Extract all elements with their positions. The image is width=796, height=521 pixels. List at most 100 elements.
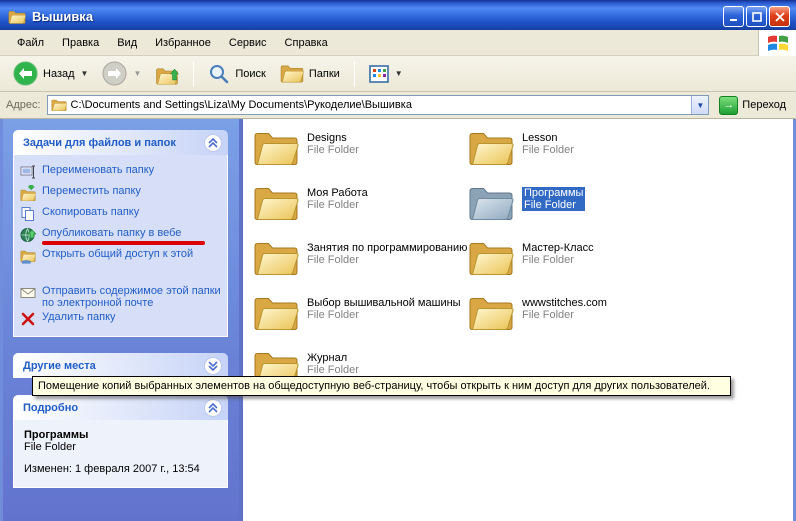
email-icon <box>20 285 36 304</box>
details-folder-name: Программы <box>24 429 217 441</box>
views-button[interactable]: ▼ <box>364 62 408 86</box>
publish-web-icon <box>20 227 36 246</box>
move-icon <box>20 185 36 204</box>
minimize-button[interactable] <box>723 6 744 27</box>
details-panel-body: Программы File Folder Изменен: 1 февраля… <box>13 420 228 488</box>
go-button-label: Переход <box>742 99 786 111</box>
folders-icon <box>280 63 304 84</box>
folder-name: Lesson <box>522 132 574 144</box>
folder-icon <box>468 238 514 278</box>
task-copy-folder[interactable]: Скопировать папку <box>20 204 223 225</box>
details-panel-header[interactable]: Подробно <box>13 395 228 420</box>
folder-type: File Folder <box>307 364 359 376</box>
expand-chevron-icon[interactable] <box>204 357 222 375</box>
search-button-label: Поиск <box>235 68 265 80</box>
details-folder-type: File Folder <box>24 441 217 453</box>
toolbar-separator <box>193 61 194 87</box>
task-label: Скопировать папку <box>42 206 139 218</box>
folder-name: Журнал <box>307 352 359 364</box>
folder-type: File Folder <box>307 199 368 211</box>
task-delete-folder[interactable]: Удалить папку <box>20 309 223 330</box>
other-places-title: Другие места <box>23 360 96 372</box>
back-dropdown-caret[interactable]: ▼ <box>81 69 89 78</box>
address-folder-icon <box>51 98 67 112</box>
views-icon <box>369 65 389 83</box>
folder-type: File Folder <box>522 199 585 211</box>
menu-item-edit[interactable]: Правка <box>53 33 108 53</box>
folder-type: File Folder <box>522 309 607 321</box>
task-label: Переименовать папку <box>42 164 154 176</box>
titlebar[interactable]: Вышивка <box>0 0 796 30</box>
address-bar: Адрес: C:\Documents and Settings\Liza\My… <box>0 92 796 119</box>
other-places-header[interactable]: Другие места <box>13 353 228 378</box>
task-publish-folder-web[interactable]: Опубликовать папку в вебе <box>20 225 223 246</box>
forward-button[interactable]: ▼ <box>97 58 146 89</box>
folder-item-wwwstitches-com[interactable]: wwwstitches.com File Folder <box>468 293 683 338</box>
folder-name: Designs <box>307 132 359 144</box>
window-folder-icon <box>8 9 26 25</box>
task-rename-folder[interactable]: Переименовать папку <box>20 162 223 183</box>
address-input[interactable]: C:\Documents and Settings\Liza\My Docume… <box>47 95 710 115</box>
task-share-folder[interactable]: Открыть общий доступ к этой <box>20 246 223 283</box>
collapse-chevron-icon[interactable] <box>204 399 222 417</box>
folder-item-vybor-vyshivalnoy-mashiny[interactable]: Выбор вышивальной машины File Folder <box>253 293 468 338</box>
back-button[interactable]: Назад ▼ <box>8 58 93 89</box>
tasks-panel: Задачи для файлов и папок <box>13 130 228 337</box>
address-dropdown-button[interactable]: ▼ <box>691 96 708 114</box>
menu-item-favorites[interactable]: Избранное <box>146 33 220 53</box>
close-button[interactable] <box>769 6 790 27</box>
menu-item-view[interactable]: Вид <box>108 33 146 53</box>
folder-name: wwwstitches.com <box>522 297 607 309</box>
folder-item-moya-rabota[interactable]: Моя Работа File Folder <box>253 183 468 228</box>
toolbar: Назад ▼ ▼ <box>0 56 796 92</box>
back-icon <box>13 61 38 86</box>
menu-bar: Файл Правка Вид Избранное Сервис Справка <box>0 30 796 56</box>
task-move-folder[interactable]: Переместить папку <box>20 183 223 204</box>
folders-button-label: Папки <box>309 68 340 80</box>
menu-item-help[interactable]: Справка <box>276 33 337 53</box>
folder-name: Моя Работа <box>307 187 368 199</box>
tasks-panel-title: Задачи для файлов и папок <box>23 137 176 149</box>
up-button[interactable] <box>150 60 184 88</box>
forward-icon <box>102 61 127 86</box>
tasks-panel-body: Переименовать папку Переместить папку <box>13 155 228 337</box>
folder-icon-selected <box>468 183 514 223</box>
task-label: Отправить содержимое этой папки по элект… <box>42 285 223 309</box>
rename-icon <box>20 164 36 183</box>
folder-icon <box>253 238 299 278</box>
folder-type: File Folder <box>307 144 359 156</box>
folder-name: Программы <box>522 187 585 199</box>
folders-button[interactable]: Папки <box>275 60 345 87</box>
main-area: Задачи для файлов и папок <box>0 119 796 521</box>
explorer-window: Вышивка Файл Правка Вид Избранное Сервис… <box>0 0 796 521</box>
share-icon <box>20 248 36 267</box>
search-icon <box>208 63 230 85</box>
folder-type: File Folder <box>522 144 574 156</box>
search-button[interactable]: Поиск <box>203 60 270 88</box>
menu-item-tools[interactable]: Сервис <box>220 33 276 53</box>
address-label: Адрес: <box>6 99 41 111</box>
task-label: Переместить папку <box>42 185 141 197</box>
folder-icon <box>253 183 299 223</box>
folder-type: File Folder <box>307 254 467 266</box>
folder-item-lesson[interactable]: Lesson File Folder <box>468 128 683 173</box>
copy-icon <box>20 206 36 225</box>
red-underline-annotation <box>42 241 205 245</box>
tooltip: Помещение копий выбранных элементов на о… <box>32 376 731 396</box>
tasks-panel-header[interactable]: Задачи для файлов и папок <box>13 130 228 155</box>
folder-type: File Folder <box>522 254 594 266</box>
folder-item-designs[interactable]: Designs File Folder <box>253 128 468 173</box>
forward-dropdown-caret[interactable]: ▼ <box>133 69 141 78</box>
folder-item-master-klass[interactable]: Мастер-Класс File Folder <box>468 238 683 283</box>
collapse-chevron-icon[interactable] <box>204 134 222 152</box>
maximize-button[interactable] <box>746 6 767 27</box>
folder-item-zanyatiya-po-programmirovaniyu[interactable]: Занятия по программированию File Folder <box>253 238 468 283</box>
views-dropdown-caret[interactable]: ▼ <box>395 69 403 78</box>
up-folder-icon <box>155 63 179 85</box>
back-button-label: Назад <box>43 68 75 80</box>
menu-item-file[interactable]: Файл <box>8 33 53 53</box>
folder-icon <box>468 293 514 333</box>
go-button[interactable]: → Переход <box>715 94 790 117</box>
task-email-folder[interactable]: Отправить содержимое этой папки по элект… <box>20 283 223 309</box>
folder-item-programmy-selected[interactable]: Программы File Folder <box>468 183 683 228</box>
